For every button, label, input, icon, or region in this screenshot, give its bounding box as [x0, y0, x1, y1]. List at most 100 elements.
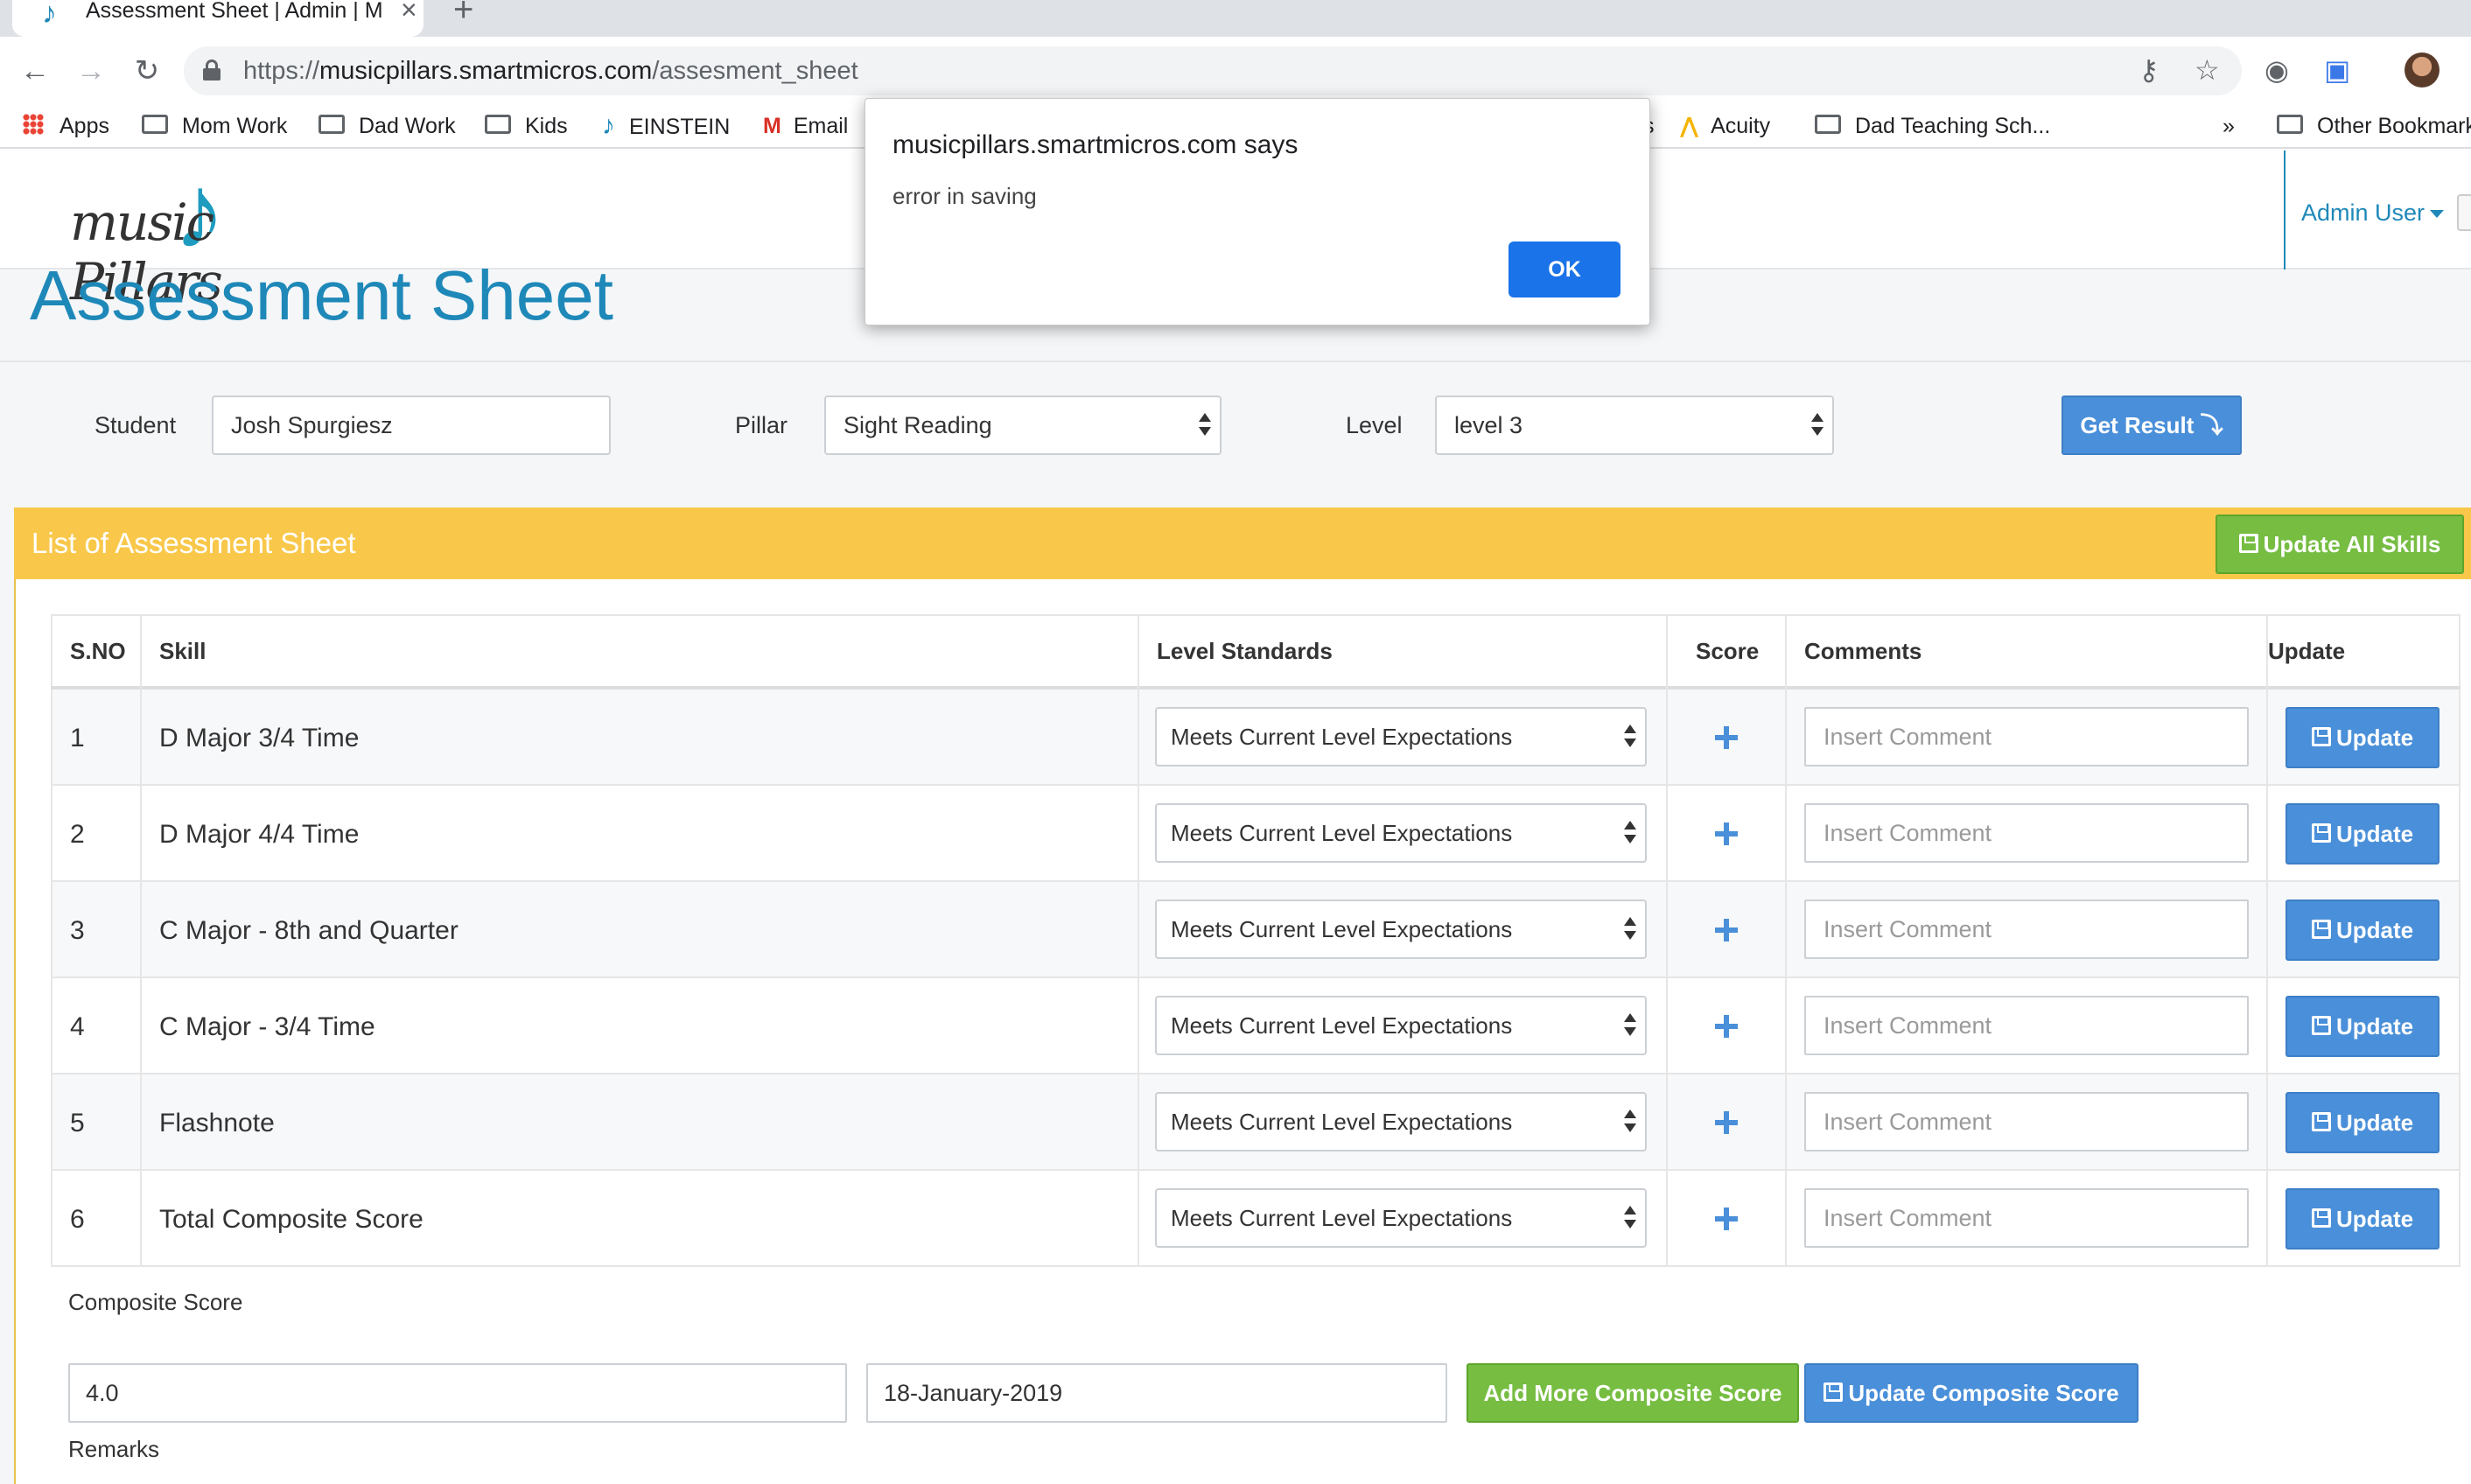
row-skill: Flashnote [159, 1109, 275, 1138]
level-select[interactable]: level 3 [1435, 396, 1834, 455]
update-all-skills-button[interactable]: Update All Skills [2216, 514, 2464, 574]
bookmark-dad-work[interactable]: Dad Work [318, 108, 456, 144]
level-standard-select[interactable]: Meets Current Level Expectations [1155, 803, 1647, 863]
composite-date-input[interactable]: 18-January-2019 [866, 1363, 1447, 1423]
column-divider [2266, 614, 2268, 1267]
row-divider [51, 880, 2460, 882]
composite-score-input[interactable]: 4.0 [68, 1363, 847, 1423]
comment-input[interactable]: Insert Comment [1804, 803, 2249, 863]
row-sno: 5 [70, 1109, 85, 1138]
row-divider [51, 1073, 2460, 1074]
level-standard-select[interactable]: Meets Current Level Expectations [1155, 1092, 1647, 1152]
add-score-plus-icon[interactable] [1715, 919, 1738, 942]
select-arrows-icon [1624, 1013, 1636, 1040]
pillar-select[interactable]: Sight Reading [824, 396, 1222, 455]
folder-icon [2277, 115, 2303, 135]
select-arrows-icon [1624, 1110, 1636, 1136]
row-update-button[interactable]: Update [2286, 707, 2440, 768]
bookmark-acuity[interactable]: ⋀ Acuity [1680, 108, 1770, 144]
row-update-button[interactable]: Update [2286, 1092, 2440, 1153]
column-divider [140, 614, 142, 1267]
comment-input[interactable]: Insert Comment [1804, 900, 2249, 959]
add-score-plus-icon[interactable] [1715, 1015, 1738, 1038]
bookmark-email[interactable]: M Email [763, 108, 848, 144]
bookmarks-overflow-chevron[interactable]: » [2222, 108, 2235, 144]
row-update-button[interactable]: Update [2286, 996, 2440, 1057]
row-divider [51, 1169, 2460, 1171]
row-sno: 4 [70, 1012, 85, 1041]
column-header-update: Update [2268, 638, 2346, 664]
add-score-plus-icon[interactable] [1715, 1208, 1738, 1230]
row-skill: C Major - 3/4 Time [159, 1012, 375, 1041]
lock-icon[interactable] [203, 60, 220, 80]
bookmark-mom-work[interactable]: Mom Work [142, 108, 287, 144]
row-update-button[interactable]: Update [2286, 1188, 2440, 1250]
row-divider [51, 784, 2460, 786]
level-standard-select[interactable]: Meets Current Level Expectations [1155, 1188, 1647, 1248]
row-sno: 2 [70, 820, 85, 849]
extension-icon[interactable]: ◉ [2264, 52, 2289, 88]
add-score-plus-icon[interactable] [1715, 1111, 1738, 1134]
row-update-button[interactable]: Update [2286, 803, 2440, 864]
browser-tab[interactable]: ♪ Assessment Sheet | Admin | Mu × [12, 0, 424, 37]
back-arrow-icon[interactable]: ← [16, 49, 54, 93]
star-bookmark-icon[interactable]: ☆ [2194, 52, 2220, 88]
reload-icon[interactable]: ↻ [128, 49, 166, 93]
music-note-favicon-icon: ♪ [42, 0, 57, 30]
bookmark-einstein[interactable]: ♪ EINSTEIN [602, 108, 730, 144]
bookmark-apps[interactable]: Apps [23, 108, 109, 144]
level-standard-select[interactable]: Meets Current Level Expectations [1155, 707, 1647, 766]
level-label: Level [1346, 412, 1403, 438]
level-standard-select[interactable]: Meets Current Level Expectations [1155, 900, 1647, 959]
url-text[interactable]: https://musicpillars.smartmicros.com/ass… [243, 56, 858, 86]
select-arrows-icon [1624, 724, 1636, 751]
save-icon [1824, 1382, 1844, 1403]
close-tab-icon[interactable]: × [401, 0, 417, 24]
bookmark-other-bookmarks[interactable]: Other Bookmarks [2277, 108, 2471, 144]
gmail-icon: M [763, 114, 781, 138]
acuity-icon: ⋀ [1680, 114, 1699, 138]
student-input[interactable]: Josh Spurgiesz [212, 396, 611, 455]
header-search-box[interactable] [2457, 194, 2471, 231]
add-more-composite-score-button[interactable]: Add More Composite Score [1466, 1363, 1799, 1423]
row-sno: 3 [70, 916, 85, 945]
admin-user-menu[interactable]: Admin User [2301, 198, 2445, 228]
new-tab-button[interactable]: + [453, 0, 473, 27]
comment-input[interactable]: Insert Comment [1804, 1188, 2249, 1248]
key-icon[interactable]: ⚷ [2138, 52, 2159, 88]
folder-icon [142, 115, 168, 135]
comment-input[interactable]: Insert Comment [1804, 707, 2249, 766]
caret-down-icon [2430, 210, 2445, 219]
column-header-level-standards: Level Standards [1157, 638, 1333, 664]
add-score-plus-icon[interactable] [1715, 822, 1738, 845]
get-result-button[interactable]: Get Result ⤵ [2062, 396, 2242, 455]
column-divider [1666, 614, 1668, 1267]
select-arrows-icon [1199, 413, 1211, 439]
save-icon [2311, 1016, 2331, 1036]
alert-dialog-message: error in saving [892, 183, 1037, 209]
comment-input[interactable]: Insert Comment [1804, 1092, 2249, 1152]
alert-ok-button[interactable]: OK [1508, 242, 1620, 298]
row-sno: 6 [70, 1205, 85, 1234]
cast-extension-icon[interactable]: ▣ [2324, 52, 2350, 88]
header-divider [2284, 150, 2286, 270]
forward-arrow-icon[interactable]: → [72, 49, 110, 93]
column-header-comments: Comments [1804, 638, 1922, 664]
apps-grid-icon [23, 114, 44, 136]
row-update-button[interactable]: Update [2286, 900, 2440, 961]
bookmark-kids[interactable]: Kids [485, 108, 568, 144]
select-arrows-icon [1624, 1206, 1636, 1232]
add-score-plus-icon[interactable] [1715, 726, 1738, 749]
comment-input[interactable]: Insert Comment [1804, 996, 2249, 1055]
music-note-icon: ♪ [602, 111, 615, 140]
level-standard-select[interactable]: Meets Current Level Expectations [1155, 996, 1647, 1055]
panel-header [14, 508, 2471, 579]
update-composite-score-button[interactable]: Update Composite Score [1804, 1363, 2138, 1423]
profile-avatar[interactable] [2404, 52, 2440, 88]
row-skill: D Major 3/4 Time [159, 724, 360, 752]
column-header-skill: Skill [159, 638, 206, 664]
row-skill: C Major - 8th and Quarter [159, 916, 458, 945]
panel-title: List of Assessment Sheet [32, 527, 356, 559]
column-divider [1138, 614, 1139, 1267]
bookmark-dad-teaching[interactable]: Dad Teaching Sch... [1815, 108, 2050, 144]
